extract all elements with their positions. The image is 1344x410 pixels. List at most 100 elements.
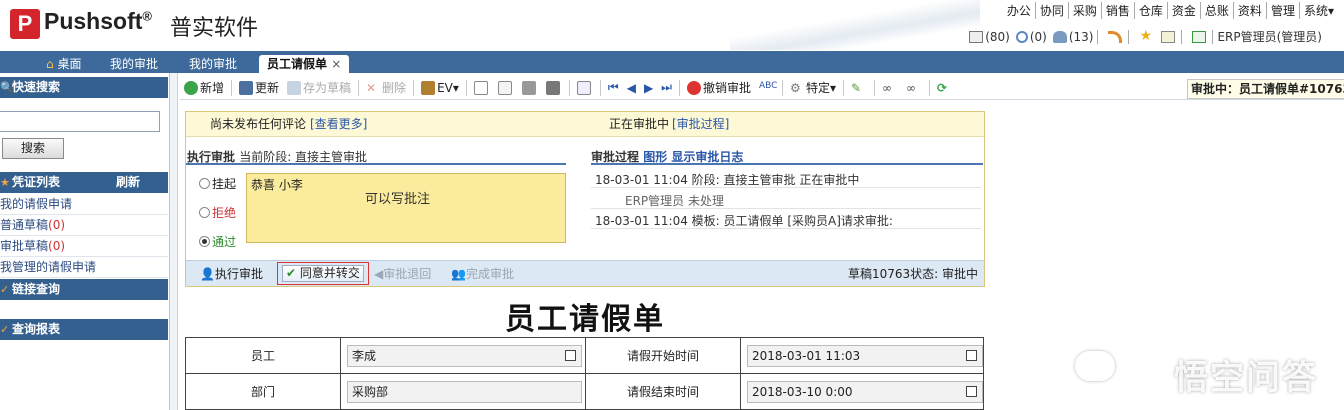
save-draft-button[interactable]: 存为草稿 bbox=[283, 79, 355, 96]
end-time-field[interactable]: 2018-03-10 0:00 bbox=[747, 380, 983, 403]
approval-process-link[interactable]: [审批过程] bbox=[672, 112, 729, 137]
menu-manage[interactable]: 管理 bbox=[1265, 2, 1299, 19]
top-menu: 办公 协同 采购 销售 仓库 资金 总账 资料 管理 系统▾ bbox=[1003, 2, 1338, 19]
divider bbox=[591, 208, 981, 209]
note-icon[interactable] bbox=[1161, 30, 1176, 43]
pen-icon: ✎ bbox=[851, 80, 862, 95]
edit-button[interactable]: ✎ bbox=[847, 81, 871, 95]
tab-my-approval-1[interactable]: 我的审批 bbox=[110, 55, 158, 73]
menu-data[interactable]: 资料 bbox=[1232, 2, 1266, 19]
chevron-down-icon: ▾ bbox=[830, 80, 837, 95]
close-icon[interactable]: × bbox=[331, 57, 341, 71]
return-approval-button[interactable]: ◀ 审批退回 bbox=[374, 265, 431, 282]
mail-icon bbox=[576, 80, 591, 95]
tab-my-approval-2[interactable]: 我的审批 bbox=[189, 55, 237, 73]
print-preview-button[interactable] bbox=[542, 80, 566, 95]
add-icon bbox=[184, 80, 198, 95]
clock-icon[interactable] bbox=[1015, 30, 1028, 43]
refresh-user-icon[interactable] bbox=[1192, 30, 1207, 43]
current-user[interactable]: ERP管理员(管理员) bbox=[1217, 28, 1322, 45]
radio-reject[interactable]: 拒绝 bbox=[199, 204, 236, 221]
mail-button[interactable] bbox=[573, 80, 597, 95]
users-icon[interactable] bbox=[1052, 30, 1067, 43]
spellcheck-button[interactable]: ABC bbox=[755, 81, 779, 95]
execute-approval-button[interactable]: 👤 执行审批 bbox=[200, 265, 263, 282]
sidebar-query-report-header[interactable]: ✓ 查询报表 bbox=[0, 319, 168, 340]
sidebar-quick-search-header[interactable]: 🔍 快速搜索 bbox=[0, 77, 168, 98]
sidebar-item-managed-leave[interactable]: 我管理的请假申请 bbox=[0, 257, 168, 278]
radio-approve[interactable]: 通过 bbox=[199, 233, 236, 250]
graph-link[interactable]: 图形 bbox=[643, 150, 667, 164]
department-field[interactable]: 采购部 bbox=[347, 380, 583, 403]
link-button[interactable]: ∞ bbox=[878, 81, 902, 95]
comment-textarea[interactable]: 恭喜 小李 可以写批注 bbox=[246, 173, 566, 243]
special-dropdown[interactable]: ⚙ 特定 ▾ bbox=[786, 79, 840, 96]
calendar-icon[interactable] bbox=[966, 349, 977, 361]
table-row: 员工 李成 请假开始时间 2018-03-01 11:03 bbox=[184, 337, 984, 374]
radio-suspend[interactable]: 挂起 bbox=[199, 175, 236, 192]
divider bbox=[186, 163, 566, 165]
menu-sales[interactable]: 销售 bbox=[1100, 2, 1134, 19]
radio-circle-selected bbox=[199, 236, 210, 247]
menu-warehouse[interactable]: 仓库 bbox=[1133, 2, 1167, 19]
tab-leave-form[interactable]: 员工请假单 × bbox=[259, 55, 350, 73]
next-icon: ▶ bbox=[643, 80, 654, 95]
menu-office[interactable]: 办公 bbox=[1003, 2, 1035, 19]
delete-button[interactable]: ✕ 删除 bbox=[362, 79, 410, 96]
chevron-down-icon: ▾ bbox=[452, 80, 459, 95]
copy-button[interactable] bbox=[470, 80, 494, 95]
search-input[interactable] bbox=[0, 111, 160, 132]
update-button[interactable]: 更新 bbox=[235, 79, 283, 96]
sidebar-splitter[interactable] bbox=[170, 73, 178, 410]
sidebar-voucher-list-header[interactable]: ★ 凭证列表 刷新 bbox=[0, 172, 168, 193]
mail-count[interactable]: (80) bbox=[985, 30, 1010, 44]
gear-icon: ⚙ bbox=[790, 80, 801, 95]
tools-icon bbox=[421, 80, 436, 95]
tab-desktop[interactable]: ⌂ 桌面 bbox=[46, 55, 81, 73]
employee-field[interactable]: 李成 bbox=[347, 344, 583, 367]
draft-icon bbox=[287, 80, 302, 95]
table-row: 部门 采购部 请假结束时间 2018-03-10 0:00 bbox=[184, 373, 984, 410]
document-button[interactable] bbox=[494, 80, 518, 95]
new-button[interactable]: 新增 bbox=[180, 79, 228, 96]
prev-record-button[interactable]: ◀ bbox=[623, 81, 640, 95]
draft-status: 草稿10763状态: 审批中 bbox=[848, 267, 979, 281]
users-count[interactable]: (13) bbox=[1069, 30, 1094, 44]
ev-dropdown[interactable]: EV ▾ bbox=[417, 80, 463, 95]
last-record-button[interactable]: ⏭ bbox=[657, 80, 676, 95]
print-button[interactable] bbox=[518, 80, 542, 95]
calendar-icon[interactable] bbox=[966, 385, 977, 397]
label-department: 部门 bbox=[184, 373, 342, 410]
menu-funds[interactable]: 资金 bbox=[1166, 2, 1200, 19]
home-icon: ⌂ bbox=[46, 57, 54, 71]
cancel-approval-button[interactable]: 撤销审批 bbox=[683, 79, 755, 96]
next-record-button[interactable]: ▶ bbox=[640, 81, 657, 95]
finish-approval-button[interactable]: 👥 完成审批 bbox=[451, 265, 514, 282]
popup-icon[interactable] bbox=[565, 349, 577, 361]
search-button[interactable]: 搜索 bbox=[2, 138, 64, 159]
view-more-link[interactable]: [查看更多] bbox=[310, 112, 367, 137]
start-time-field[interactable]: 2018-03-01 11:03 bbox=[747, 344, 983, 367]
sidebar-item-my-leave[interactable]: 我的请假申请 bbox=[0, 194, 168, 215]
document-icon bbox=[497, 80, 512, 95]
mail-icon[interactable] bbox=[969, 30, 984, 43]
menu-purchase[interactable]: 采购 bbox=[1067, 2, 1101, 19]
star-icon[interactable]: ★ bbox=[1139, 29, 1153, 43]
menu-ledger[interactable]: 总账 bbox=[1199, 2, 1233, 19]
show-log-link[interactable]: 显示审批日志 bbox=[671, 150, 743, 164]
clock-count[interactable]: (0) bbox=[1030, 30, 1047, 44]
sidebar-item-approval-drafts[interactable]: 审批草稿(0) bbox=[0, 236, 168, 257]
reload-button[interactable]: ⟳ bbox=[933, 81, 957, 95]
prev-icon: ◀ bbox=[626, 80, 636, 95]
rss-icon[interactable] bbox=[1108, 30, 1123, 43]
first-record-button[interactable]: ⏮ bbox=[604, 80, 623, 95]
comment-bar: 尚未发布任何评论 [查看更多] 正在审批中 [审批过程] bbox=[186, 112, 984, 137]
menu-system[interactable]: 系统▾ bbox=[1298, 2, 1338, 19]
refresh-link[interactable]: 刷新 bbox=[116, 172, 140, 193]
sidebar-link-query-header[interactable]: ✓ 链接查询 bbox=[0, 279, 168, 300]
agree-forward-button[interactable]: ✔ 同意并转交 bbox=[282, 265, 364, 282]
watermark-logo bbox=[1075, 351, 1115, 381]
link-search-button[interactable]: ∞ bbox=[902, 81, 926, 95]
menu-collab[interactable]: 协同 bbox=[1034, 2, 1068, 19]
sidebar-item-drafts[interactable]: 普通草稿(0) bbox=[0, 215, 168, 236]
